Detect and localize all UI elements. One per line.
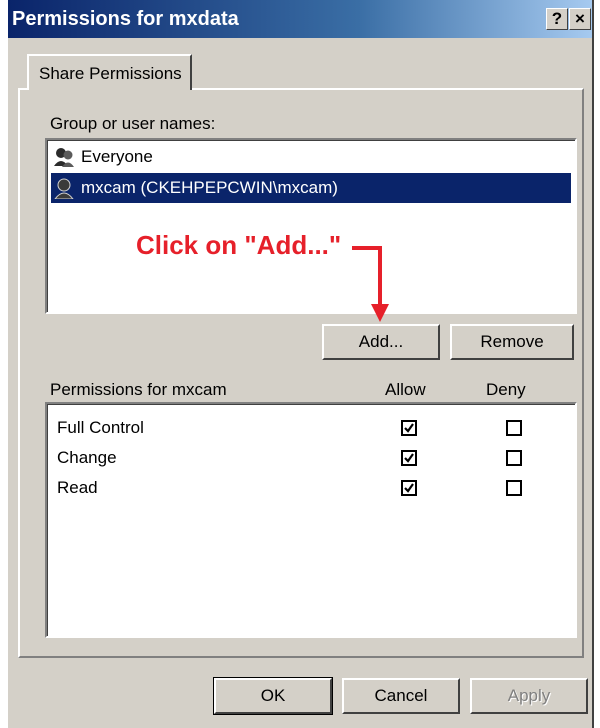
group-icon bbox=[54, 148, 74, 167]
ok-button-label: OK bbox=[260, 686, 286, 705]
cancel-button[interactable]: Cancel bbox=[342, 678, 460, 714]
user-name: mxcam (CKEHPEPCWIN\mxcam) bbox=[81, 178, 338, 197]
checkmark-icon bbox=[404, 483, 414, 493]
tab-label: Share Permissions bbox=[39, 64, 182, 83]
ok-button[interactable]: OK bbox=[213, 677, 333, 715]
remove-button-label: Remove bbox=[480, 332, 544, 351]
permissions-dialog: Permissions for mxdata ? × Share Permiss… bbox=[6, 0, 594, 728]
cancel-button-label: Cancel bbox=[374, 686, 428, 705]
allow-checkbox-read[interactable] bbox=[401, 480, 417, 496]
user-icon bbox=[54, 178, 74, 199]
deny-checkbox-full-control[interactable] bbox=[506, 420, 522, 436]
permission-name: Full Control bbox=[57, 418, 144, 437]
apply-button[interactable]: Apply bbox=[470, 678, 588, 714]
checkmark-icon bbox=[404, 423, 414, 433]
help-button[interactable]: ? bbox=[546, 8, 568, 30]
list-item-everyone[interactable]: Everyone bbox=[51, 142, 571, 172]
help-icon: ? bbox=[551, 9, 563, 28]
user-name: Everyone bbox=[81, 147, 153, 166]
remove-button[interactable]: Remove bbox=[450, 324, 574, 360]
checkmark-icon bbox=[404, 453, 414, 463]
allow-checkbox-change[interactable] bbox=[401, 450, 417, 466]
deny-checkbox-read[interactable] bbox=[506, 480, 522, 496]
permission-row-read: Read bbox=[47, 474, 557, 504]
close-button[interactable]: × bbox=[569, 8, 591, 30]
permissions-header: Permissions for mxcam bbox=[50, 380, 227, 399]
window-title: Permissions for mxdata bbox=[12, 8, 239, 30]
deny-checkbox-change[interactable] bbox=[506, 450, 522, 466]
add-button-label: Add... bbox=[358, 332, 404, 351]
group-names-label: Group or user names: bbox=[50, 114, 216, 133]
permission-name: Read bbox=[57, 478, 98, 497]
add-button[interactable]: Add... bbox=[322, 324, 440, 360]
permission-row-change: Change bbox=[47, 444, 557, 474]
permission-name: Change bbox=[57, 448, 117, 467]
title-bar[interactable]: Permissions for mxdata ? × bbox=[8, 0, 592, 38]
allow-checkbox-full-control[interactable] bbox=[401, 420, 417, 436]
close-icon: × bbox=[575, 9, 585, 28]
annotation-arrow bbox=[352, 246, 389, 322]
permission-row-full-control: Full Control bbox=[47, 414, 557, 444]
deny-column-header: Deny bbox=[486, 380, 526, 399]
permissions-listbox: Full Control Change Read bbox=[45, 402, 577, 638]
apply-button-label: Apply bbox=[507, 686, 551, 705]
allow-column-header: Allow bbox=[385, 380, 426, 399]
user-listbox[interactable]: Everyone mxcam (CKEHPEPCWIN\mxcam) bbox=[45, 138, 577, 314]
tab-share-permissions[interactable]: Share Permissions bbox=[27, 54, 192, 90]
list-item-mxcam[interactable]: mxcam (CKEHPEPCWIN\mxcam) bbox=[51, 173, 571, 203]
instruction-annotation: Click on "Add..." bbox=[136, 230, 342, 260]
